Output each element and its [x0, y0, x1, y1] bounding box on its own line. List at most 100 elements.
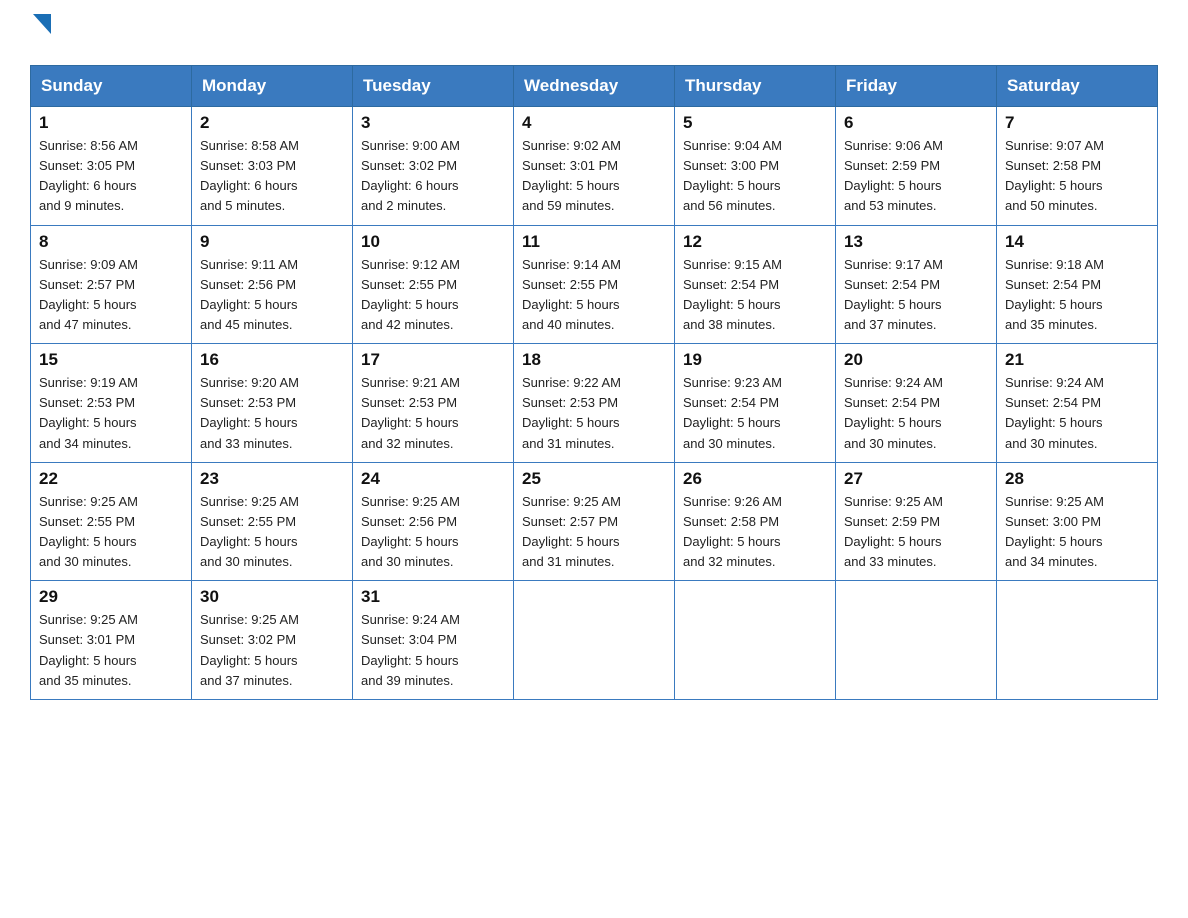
day-info: Sunrise: 9:12 AMSunset: 2:55 PMDaylight:… [361, 255, 505, 336]
day-number: 4 [522, 113, 666, 133]
day-info: Sunrise: 9:15 AMSunset: 2:54 PMDaylight:… [683, 255, 827, 336]
day-info: Sunrise: 9:06 AMSunset: 2:59 PMDaylight:… [844, 136, 988, 217]
calendar-cell: 26 Sunrise: 9:26 AMSunset: 2:58 PMDayligh… [675, 462, 836, 581]
day-number: 31 [361, 587, 505, 607]
calendar-cell: 27 Sunrise: 9:25 AMSunset: 2:59 PMDayligh… [836, 462, 997, 581]
day-number: 23 [200, 469, 344, 489]
logo-triangle-icon [33, 14, 51, 39]
day-number: 11 [522, 232, 666, 252]
day-info: Sunrise: 8:58 AMSunset: 3:03 PMDaylight:… [200, 136, 344, 217]
day-info: Sunrise: 9:23 AMSunset: 2:54 PMDaylight:… [683, 373, 827, 454]
day-number: 5 [683, 113, 827, 133]
day-number: 30 [200, 587, 344, 607]
day-number: 27 [844, 469, 988, 489]
day-info: Sunrise: 9:00 AMSunset: 3:02 PMDaylight:… [361, 136, 505, 217]
calendar-cell: 19 Sunrise: 9:23 AMSunset: 2:54 PMDayligh… [675, 344, 836, 463]
day-info: Sunrise: 9:26 AMSunset: 2:58 PMDaylight:… [683, 492, 827, 573]
day-info: Sunrise: 9:02 AMSunset: 3:01 PMDaylight:… [522, 136, 666, 217]
logo [30, 20, 51, 45]
day-info: Sunrise: 9:24 AMSunset: 2:54 PMDaylight:… [844, 373, 988, 454]
calendar-cell: 22Sunrise: 9:25 AMSunset: 2:55 PMDayligh… [31, 462, 192, 581]
day-number: 21 [1005, 350, 1149, 370]
weekday-header-row: SundayMondayTuesdayWednesdayThursdayFrid… [31, 66, 1158, 107]
calendar-table: SundayMondayTuesdayWednesdayThursdayFrid… [30, 65, 1158, 700]
day-info: Sunrise: 8:56 AMSunset: 3:05 PMDaylight:… [39, 136, 183, 217]
day-number: 17 [361, 350, 505, 370]
calendar-cell: 16 Sunrise: 9:20 AMSunset: 2:53 PMDayligh… [192, 344, 353, 463]
day-number: 16 [200, 350, 344, 370]
day-info: Sunrise: 9:24 AMSunset: 2:54 PMDaylight:… [1005, 373, 1149, 454]
week-row-5: 29 Sunrise: 9:25 AMSunset: 3:01 PMDayligh… [31, 581, 1158, 700]
calendar-cell: 13 Sunrise: 9:17 AMSunset: 2:54 PMDayligh… [836, 225, 997, 344]
calendar-cell: 9 Sunrise: 9:11 AMSunset: 2:56 PMDaylight… [192, 225, 353, 344]
day-info: Sunrise: 9:17 AMSunset: 2:54 PMDaylight:… [844, 255, 988, 336]
weekday-header-sunday: Sunday [31, 66, 192, 107]
day-number: 20 [844, 350, 988, 370]
calendar-cell: 18Sunrise: 9:22 AMSunset: 2:53 PMDayligh… [514, 344, 675, 463]
weekday-header-saturday: Saturday [997, 66, 1158, 107]
calendar-cell: 11 Sunrise: 9:14 AMSunset: 2:55 PMDayligh… [514, 225, 675, 344]
weekday-header-monday: Monday [192, 66, 353, 107]
page-header [30, 20, 1158, 45]
day-number: 6 [844, 113, 988, 133]
calendar-cell: 20 Sunrise: 9:24 AMSunset: 2:54 PMDayligh… [836, 344, 997, 463]
calendar-cell [514, 581, 675, 700]
calendar-cell [997, 581, 1158, 700]
calendar-cell: 25 Sunrise: 9:25 AMSunset: 2:57 PMDayligh… [514, 462, 675, 581]
day-info: Sunrise: 9:25 AMSunset: 2:55 PMDaylight:… [200, 492, 344, 573]
day-info: Sunrise: 9:14 AMSunset: 2:55 PMDaylight:… [522, 255, 666, 336]
day-number: 2 [200, 113, 344, 133]
calendar-cell: 3 Sunrise: 9:00 AMSunset: 3:02 PMDaylight… [353, 107, 514, 226]
day-number: 12 [683, 232, 827, 252]
day-number: 13 [844, 232, 988, 252]
day-number: 1 [39, 113, 183, 133]
week-row-1: 1 Sunrise: 8:56 AMSunset: 3:05 PMDaylight… [31, 107, 1158, 226]
calendar-cell: 21 Sunrise: 9:24 AMSunset: 2:54 PMDayligh… [997, 344, 1158, 463]
calendar-cell: 6 Sunrise: 9:06 AMSunset: 2:59 PMDaylight… [836, 107, 997, 226]
day-number: 8 [39, 232, 183, 252]
calendar-cell: 28 Sunrise: 9:25 AMSunset: 3:00 PMDayligh… [997, 462, 1158, 581]
day-number: 22 [39, 469, 183, 489]
day-info: Sunrise: 9:25 AMSunset: 3:02 PMDaylight:… [200, 610, 344, 691]
calendar-cell: 10 Sunrise: 9:12 AMSunset: 2:55 PMDayligh… [353, 225, 514, 344]
day-number: 14 [1005, 232, 1149, 252]
day-info: Sunrise: 9:20 AMSunset: 2:53 PMDaylight:… [200, 373, 344, 454]
calendar-cell: 29 Sunrise: 9:25 AMSunset: 3:01 PMDayligh… [31, 581, 192, 700]
day-number: 25 [522, 469, 666, 489]
day-number: 3 [361, 113, 505, 133]
calendar-cell: 14 Sunrise: 9:18 AMSunset: 2:54 PMDayligh… [997, 225, 1158, 344]
calendar-cell: 8 Sunrise: 9:09 AMSunset: 2:57 PMDaylight… [31, 225, 192, 344]
day-number: 10 [361, 232, 505, 252]
week-row-3: 15Sunrise: 9:19 AMSunset: 2:53 PMDayligh… [31, 344, 1158, 463]
weekday-header-wednesday: Wednesday [514, 66, 675, 107]
calendar-cell: 31Sunrise: 9:24 AMSunset: 3:04 PMDayligh… [353, 581, 514, 700]
calendar-cell: 30 Sunrise: 9:25 AMSunset: 3:02 PMDayligh… [192, 581, 353, 700]
weekday-header-thursday: Thursday [675, 66, 836, 107]
day-number: 9 [200, 232, 344, 252]
day-number: 7 [1005, 113, 1149, 133]
calendar-cell: 15Sunrise: 9:19 AMSunset: 2:53 PMDayligh… [31, 344, 192, 463]
weekday-header-friday: Friday [836, 66, 997, 107]
week-row-2: 8 Sunrise: 9:09 AMSunset: 2:57 PMDaylight… [31, 225, 1158, 344]
day-info: Sunrise: 9:09 AMSunset: 2:57 PMDaylight:… [39, 255, 183, 336]
calendar-cell: 4 Sunrise: 9:02 AMSunset: 3:01 PMDaylight… [514, 107, 675, 226]
day-info: Sunrise: 9:19 AMSunset: 2:53 PMDaylight:… [39, 373, 183, 454]
day-number: 19 [683, 350, 827, 370]
day-info: Sunrise: 9:11 AMSunset: 2:56 PMDaylight:… [200, 255, 344, 336]
day-number: 24 [361, 469, 505, 489]
day-info: Sunrise: 9:25 AMSunset: 3:00 PMDaylight:… [1005, 492, 1149, 573]
day-info: Sunrise: 9:04 AMSunset: 3:00 PMDaylight:… [683, 136, 827, 217]
day-info: Sunrise: 9:25 AMSunset: 3:01 PMDaylight:… [39, 610, 183, 691]
day-info: Sunrise: 9:18 AMSunset: 2:54 PMDaylight:… [1005, 255, 1149, 336]
day-info: Sunrise: 9:25 AMSunset: 2:59 PMDaylight:… [844, 492, 988, 573]
calendar-cell [836, 581, 997, 700]
day-info: Sunrise: 9:25 AMSunset: 2:57 PMDaylight:… [522, 492, 666, 573]
calendar-cell: 17Sunrise: 9:21 AMSunset: 2:53 PMDayligh… [353, 344, 514, 463]
calendar-cell: 7Sunrise: 9:07 AMSunset: 2:58 PMDaylight… [997, 107, 1158, 226]
calendar-cell: 1 Sunrise: 8:56 AMSunset: 3:05 PMDaylight… [31, 107, 192, 226]
day-number: 28 [1005, 469, 1149, 489]
day-number: 18 [522, 350, 666, 370]
day-number: 26 [683, 469, 827, 489]
calendar-cell: 12 Sunrise: 9:15 AMSunset: 2:54 PMDayligh… [675, 225, 836, 344]
day-number: 29 [39, 587, 183, 607]
